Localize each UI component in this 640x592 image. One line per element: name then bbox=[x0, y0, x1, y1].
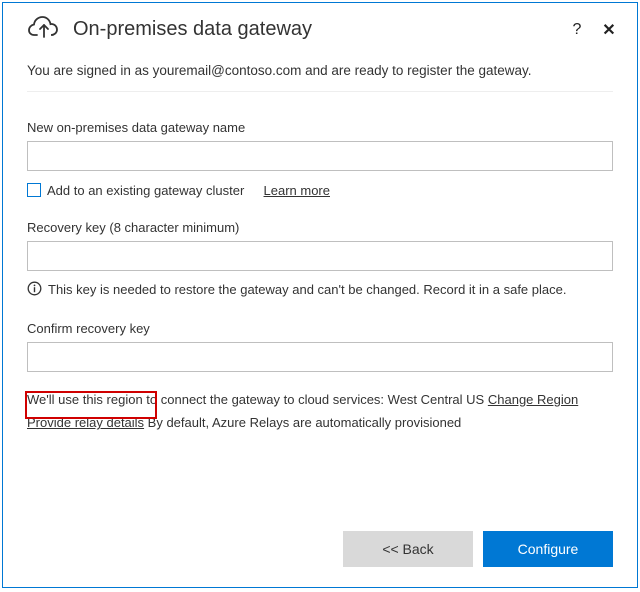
back-button[interactable]: << Back bbox=[343, 531, 473, 567]
recovery-key-label: Recovery key (8 character minimum) bbox=[27, 220, 613, 235]
recovery-key-input[interactable] bbox=[27, 241, 613, 271]
learn-more-link[interactable]: Learn more bbox=[264, 183, 330, 198]
region-text: We'll use this region to connect the gat… bbox=[27, 390, 613, 410]
region-prefix: We'll use this region to connect the gat… bbox=[27, 392, 388, 407]
dialog-title: On-premises data gateway bbox=[73, 18, 555, 41]
change-region-link[interactable]: Change Region bbox=[488, 392, 578, 407]
dialog-window: On-premises data gateway ? ✕ You are sig… bbox=[2, 2, 638, 588]
help-icon[interactable]: ? bbox=[567, 21, 587, 39]
cluster-checkbox-label: Add to an existing gateway cluster bbox=[47, 183, 244, 198]
confirm-key-input[interactable] bbox=[27, 342, 613, 372]
relay-row: Provide relay details By default, Azure … bbox=[27, 413, 613, 439]
configure-button[interactable]: Configure bbox=[483, 531, 613, 567]
intro-text: You are signed in as youremail@contoso.c… bbox=[27, 62, 613, 92]
cluster-checkbox-row: Add to an existing gateway cluster Learn… bbox=[27, 183, 613, 198]
gateway-name-input[interactable] bbox=[27, 141, 613, 171]
relay-suffix: By default, Azure Relays are automatical… bbox=[144, 415, 461, 430]
close-icon[interactable]: ✕ bbox=[599, 20, 619, 40]
recovery-info-row: This key is needed to restore the gatewa… bbox=[27, 281, 613, 299]
region-name: West Central US bbox=[388, 392, 485, 407]
confirm-key-label: Confirm recovery key bbox=[27, 321, 613, 336]
cluster-checkbox[interactable] bbox=[27, 183, 41, 197]
recovery-info-text: This key is needed to restore the gatewa… bbox=[48, 282, 566, 297]
dialog-content: You are signed in as youremail@contoso.c… bbox=[3, 54, 637, 515]
info-icon bbox=[27, 281, 42, 299]
dialog-footer: << Back Configure bbox=[3, 515, 637, 587]
cloud-upload-icon bbox=[27, 13, 61, 46]
gateway-name-label: New on-premises data gateway name bbox=[27, 120, 613, 135]
provide-relay-link[interactable]: Provide relay details bbox=[27, 415, 144, 430]
title-bar: On-premises data gateway ? ✕ bbox=[3, 3, 637, 54]
